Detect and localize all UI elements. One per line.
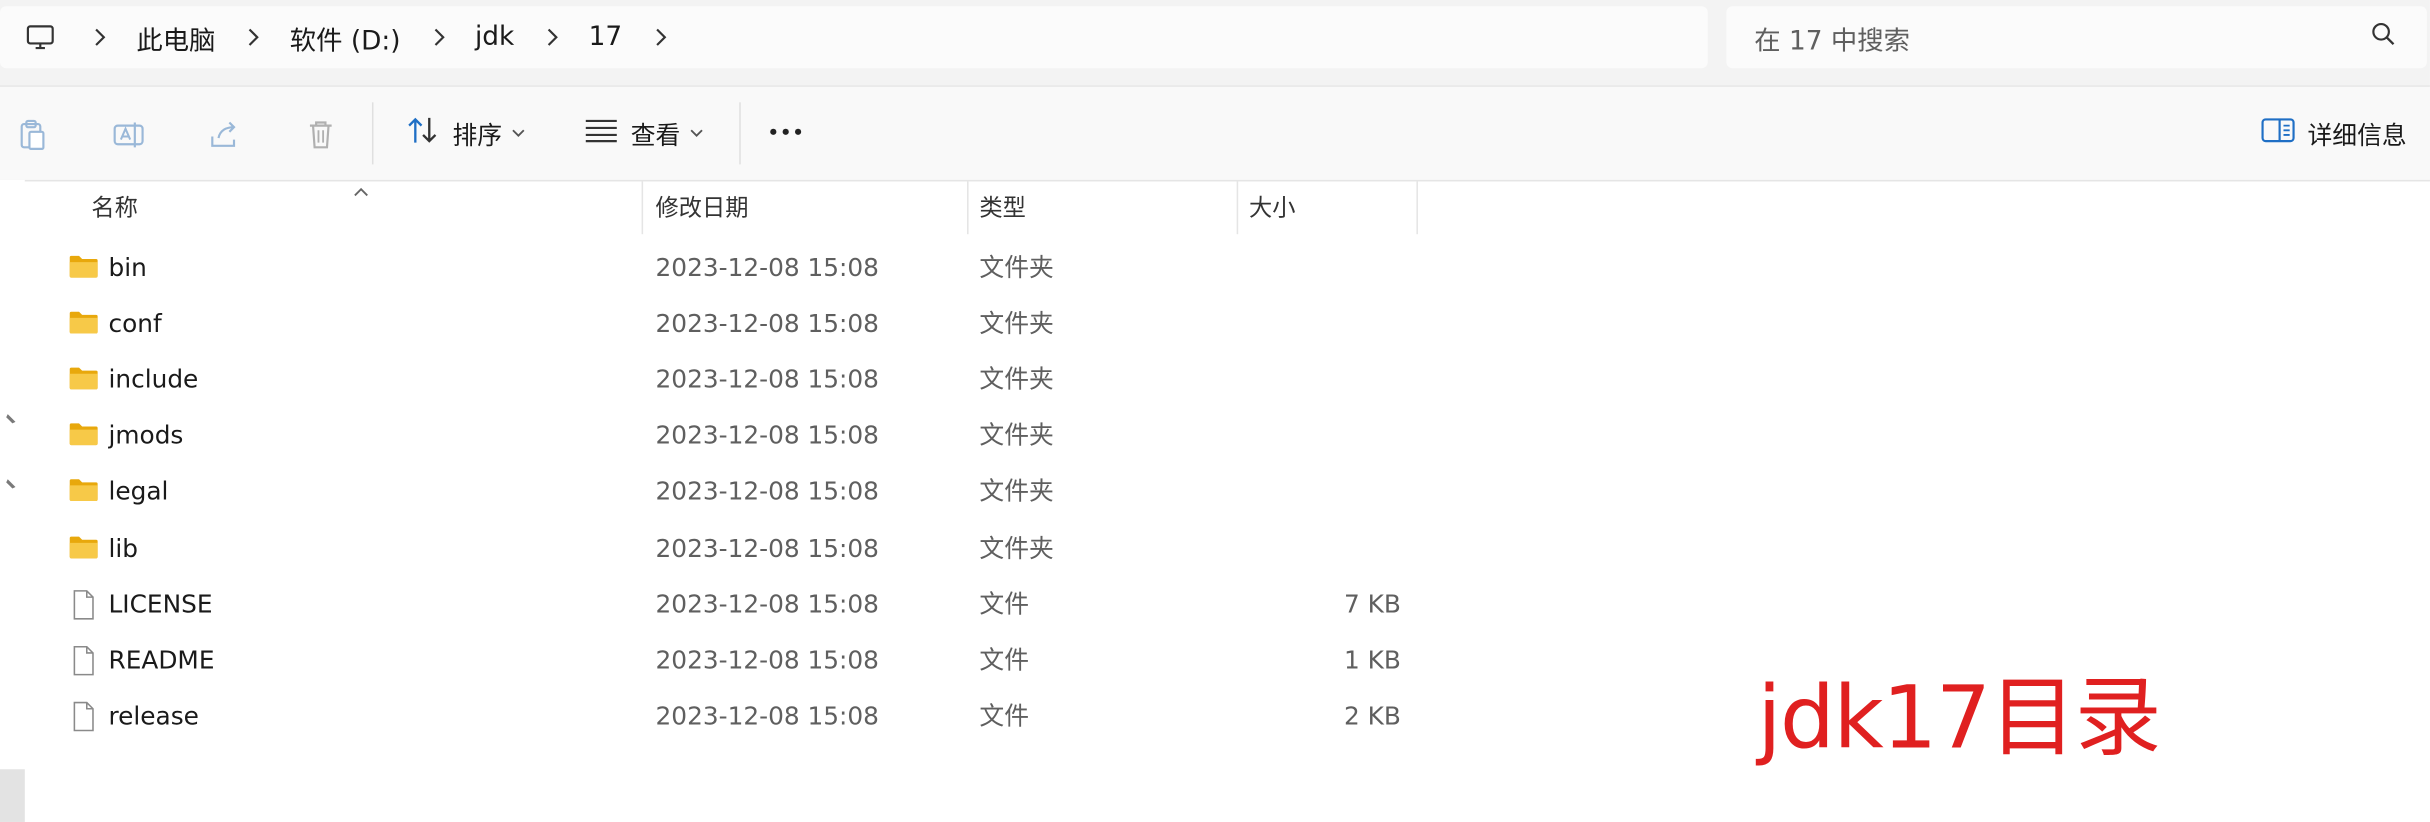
file-name[interactable]: conf xyxy=(108,296,161,352)
file-name[interactable]: lib xyxy=(108,520,138,576)
file-type: 文件夹 xyxy=(979,308,1054,339)
file-name[interactable]: bin xyxy=(108,240,146,296)
file-row[interactable]: bin 2023-12-08 15:08 文件夹 xyxy=(68,240,1432,296)
rename-icon[interactable] xyxy=(110,116,147,153)
file-row[interactable]: LICENSE 2023-12-08 15:08 文件 7 KB xyxy=(68,576,1432,632)
file-type: 文件夹 xyxy=(979,252,1054,283)
file-type: 文件夹 xyxy=(979,364,1054,395)
address-bar[interactable]: 此电脑 软件 (D:) jdk 17 xyxy=(0,6,1708,69)
breadcrumb-item-drive-d[interactable]: 软件 (D:) xyxy=(280,18,409,57)
file-name[interactable]: release xyxy=(108,688,198,744)
file-row[interactable]: README 2023-12-08 15:08 文件 1 KB xyxy=(68,632,1432,688)
chevron-right-icon[interactable] xyxy=(524,28,580,47)
file-name[interactable]: legal xyxy=(108,464,168,520)
search-icon[interactable] xyxy=(2371,22,2402,53)
pin-icon[interactable] xyxy=(0,471,19,491)
share-icon[interactable] xyxy=(206,116,243,153)
scrollbar[interactable] xyxy=(0,769,25,822)
file-row[interactable]: include 2023-12-08 15:08 文件夹 xyxy=(68,352,1432,408)
folder-icon xyxy=(68,365,99,393)
sort-label: 排序 xyxy=(452,120,503,151)
search-input[interactable]: 在 17 中搜索 xyxy=(1754,18,2371,57)
view-button[interactable]: 查看 xyxy=(584,87,703,180)
navigation-pane-edge xyxy=(0,179,25,822)
annotation-text: jdk17目录 xyxy=(1757,668,2161,770)
view-icon xyxy=(584,116,618,150)
file-row[interactable]: release 2023-12-08 15:08 文件 2 KB xyxy=(68,688,1432,744)
chevron-right-icon[interactable] xyxy=(225,28,281,47)
file-name[interactable]: include xyxy=(108,352,198,408)
file-size: 1 KB xyxy=(1344,644,1401,675)
toolbar-divider xyxy=(371,102,374,165)
folder-icon xyxy=(68,477,99,505)
column-header-name[interactable]: 名称 xyxy=(91,181,138,231)
file-row[interactable]: legal 2023-12-08 15:08 文件夹 xyxy=(68,464,1432,520)
file-date: 2023-12-08 15:08 xyxy=(655,308,879,339)
file-size: 2 KB xyxy=(1344,700,1401,731)
file-row[interactable]: conf 2023-12-08 15:08 文件夹 xyxy=(68,296,1432,352)
file-date: 2023-12-08 15:08 xyxy=(655,420,879,451)
chevron-right-icon[interactable] xyxy=(632,28,688,47)
folder-icon xyxy=(68,533,99,561)
column-divider[interactable] xyxy=(1416,181,1418,235)
folder-icon xyxy=(68,421,99,449)
file-date: 2023-12-08 15:08 xyxy=(655,700,879,731)
file-date: 2023-12-08 15:08 xyxy=(655,588,879,619)
column-divider[interactable] xyxy=(1236,181,1239,235)
breadcrumb-item-this-pc[interactable]: 此电脑 xyxy=(127,18,225,57)
column-header-size[interactable]: 大小 xyxy=(1249,181,1296,231)
file-date: 2023-12-08 15:08 xyxy=(655,252,879,283)
paste-icon[interactable] xyxy=(14,116,51,153)
search-box[interactable]: 在 17 中搜索 xyxy=(1726,6,2427,69)
folder-icon xyxy=(68,253,99,281)
file-date: 2023-12-08 15:08 xyxy=(655,364,879,395)
details-pane-label: 详细信息 xyxy=(2307,120,2407,151)
file-date: 2023-12-08 15:08 xyxy=(655,532,879,563)
column-header-date[interactable]: 修改日期 xyxy=(656,181,749,231)
file-icon xyxy=(68,645,99,675)
details-pane-icon xyxy=(2261,116,2295,150)
file-type: 文件夹 xyxy=(979,532,1054,563)
column-divider[interactable] xyxy=(967,181,969,235)
sort-ascending-icon xyxy=(353,174,368,197)
toolbar-divider xyxy=(739,102,741,165)
file-icon xyxy=(68,589,99,619)
this-pc-icon[interactable] xyxy=(22,19,59,56)
file-size: 7 KB xyxy=(1344,588,1401,619)
column-header-type[interactable]: 类型 xyxy=(979,181,1026,231)
chevron-right-icon[interactable] xyxy=(410,28,466,47)
file-row[interactable]: jmods 2023-12-08 15:08 文件夹 xyxy=(68,408,1432,464)
file-type: 文件 xyxy=(979,700,1030,731)
file-type: 文件 xyxy=(979,588,1030,619)
file-name[interactable]: README xyxy=(108,632,214,688)
view-label: 查看 xyxy=(630,120,681,151)
file-explorer-window: 此电脑 软件 (D:) jdk 17 在 17 中搜索 排序 查看 详细信息 名… xyxy=(0,0,2430,822)
file-date: 2023-12-08 15:08 xyxy=(655,644,879,675)
folder-icon xyxy=(68,309,99,337)
file-name[interactable]: jmods xyxy=(108,408,183,464)
file-type: 文件夹 xyxy=(979,476,1054,507)
file-row[interactable]: lib 2023-12-08 15:08 文件夹 xyxy=(68,520,1432,576)
file-icon xyxy=(68,701,99,731)
pin-icon[interactable] xyxy=(0,406,19,425)
chevron-down-icon xyxy=(690,125,704,142)
details-pane-button[interactable]: 详细信息 xyxy=(2261,87,2407,180)
column-divider[interactable] xyxy=(641,181,644,235)
more-options-icon[interactable] xyxy=(770,128,802,135)
file-type: 文件夹 xyxy=(979,420,1054,451)
file-date: 2023-12-08 15:08 xyxy=(655,476,879,507)
delete-icon[interactable] xyxy=(302,116,339,153)
file-name[interactable]: LICENSE xyxy=(108,576,212,632)
sort-button[interactable]: 排序 xyxy=(406,87,525,180)
command-bar: 排序 查看 详细信息 xyxy=(0,86,2430,182)
chevron-down-icon xyxy=(511,125,525,142)
file-type: 文件 xyxy=(979,644,1030,675)
sort-icon xyxy=(406,115,440,152)
address-row: 此电脑 软件 (D:) jdk 17 在 17 中搜索 xyxy=(0,0,2430,86)
chevron-right-icon[interactable] xyxy=(71,28,127,47)
breadcrumb-item-jdk[interactable]: jdk xyxy=(466,22,524,53)
breadcrumb-item-17[interactable]: 17 xyxy=(579,22,631,53)
